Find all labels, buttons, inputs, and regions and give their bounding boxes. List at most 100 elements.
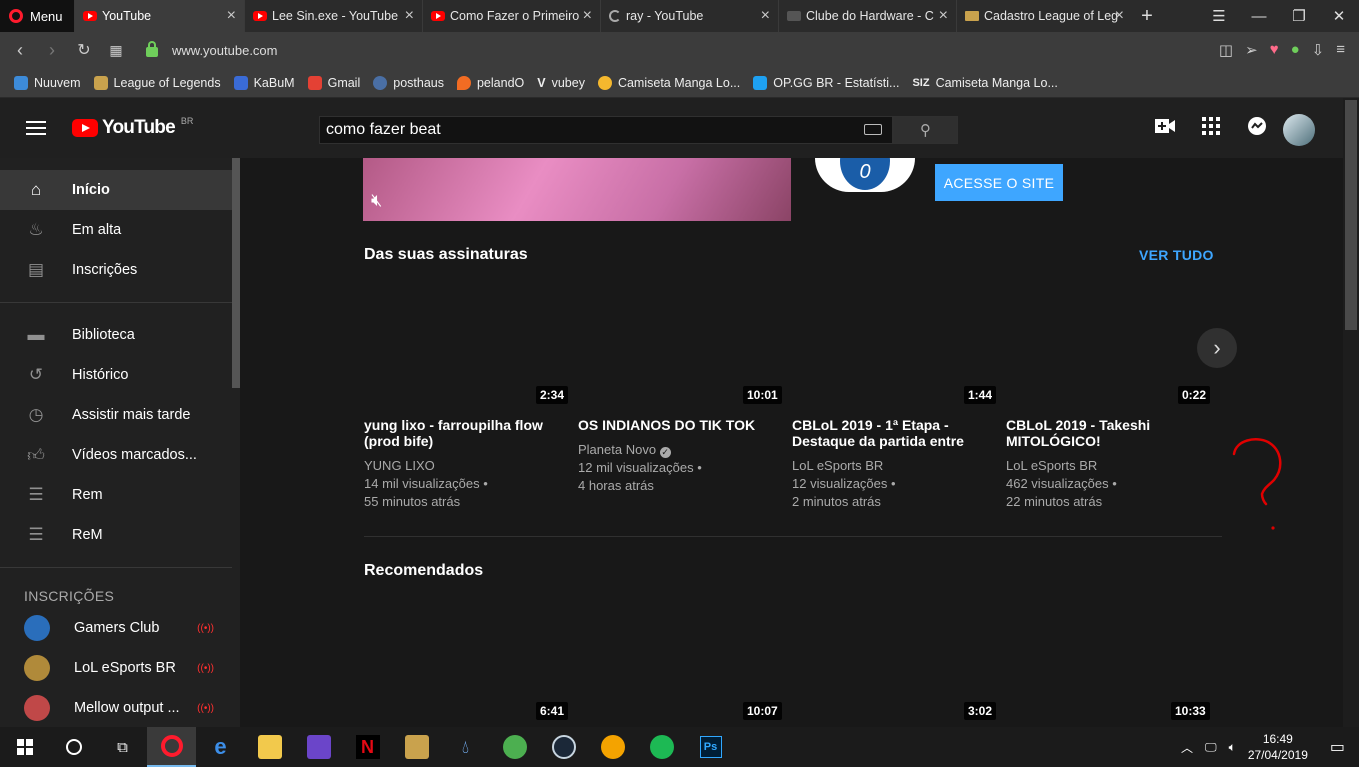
video-title[interactable]: yung lixo - farroupilha flow (prod bife) [364,417,564,449]
sidebar-item-playlist[interactable]: ☰ ReM [0,515,232,555]
video-title[interactable]: OS INDIANOS DO TIK TOK [578,417,778,433]
visit-site-button[interactable]: ACESSE O SITE [935,164,1063,201]
browser-tab[interactable]: Clube do Hardware - C × [778,0,956,32]
minimize-icon[interactable]: — [1239,0,1279,32]
close-tab-icon[interactable]: × [405,7,414,25]
channel-name[interactable]: YUNG LIXO [364,458,435,473]
steam-icon[interactable] [539,727,588,767]
new-tab-button[interactable]: + [1132,0,1162,32]
sidebar-item-subscriptions[interactable]: ▤ Inscrições [0,250,232,290]
duration-badge: 1:44 [964,386,997,404]
forward-icon[interactable]: › [36,40,68,61]
bookmark[interactable]: Vvubey [537,76,585,90]
sidebar-subscription[interactable]: Mellow output ... ((•)) [0,688,232,727]
league-icon[interactable] [392,727,441,767]
fl-studio-icon[interactable] [588,727,637,767]
vubey-icon: V [537,75,546,90]
promo-video[interactable] [363,158,791,221]
bookmark[interactable]: Gmail [307,75,360,90]
bookmark[interactable]: SIZ Camiseta Manga Lo... [912,76,1057,90]
browser-tab[interactable]: Lee Sin.exe - YouTube × [244,0,422,32]
tray-expand-icon[interactable]: ︿ [1181,739,1193,756]
channel-name[interactable]: Planeta Novo ✓ [578,442,671,458]
start-icon[interactable] [0,727,49,767]
notification-center-icon[interactable]: ▭ [1330,737,1345,757]
settings-icon[interactable]: ≡ [1336,41,1345,59]
sidebar-scrollbar[interactable] [232,158,240,388]
search-icon[interactable] [49,727,98,767]
close-tab-icon[interactable]: × [939,7,948,25]
volume-icon[interactable]: 🔈︎ [1229,740,1236,755]
sidebar-item-home[interactable]: ⌂ Início [0,170,232,210]
app-icon[interactable] [294,727,343,767]
channel-name-text: Planeta Novo [578,442,657,457]
bookmark[interactable]: OP.GG BR - Estatísti... [753,75,899,90]
reload-icon[interactable]: ↻ [68,40,100,60]
search-input[interactable]: como fazer beat [319,116,893,144]
download-icon[interactable]: ⇩ [1312,41,1325,59]
droplet-icon[interactable]: 💧︎ [441,727,490,767]
channel-name[interactable]: LoL eSports BR [792,458,883,473]
see-all-link[interactable]: VER TUDO [1139,247,1214,263]
clock-date: 27/04/2019 [1247,748,1308,762]
netflix-icon[interactable]: N [343,727,392,767]
close-tab-icon[interactable]: × [1115,7,1124,25]
page-scrollbar-thumb[interactable] [1345,100,1357,330]
url-field[interactable]: www.youtube.com [172,43,278,58]
sidebar-item-history[interactable]: ↺ Histórico [0,355,232,395]
clock[interactable]: 16:49 27/04/2019 [1248,731,1308,763]
app-icon[interactable] [490,727,539,767]
browser-tab[interactable]: YouTube × [74,0,244,32]
sidebar-item-trending[interactable]: ♨ Em alta [0,210,232,250]
browser-tab[interactable]: Cadastro League of Leg × [956,0,1132,32]
browser-tab[interactable]: Como Fazer o Primeiro × [422,0,600,32]
keyboard-icon[interactable] [864,124,882,135]
messages-icon[interactable] [1245,114,1269,138]
bookmark[interactable]: KaBuM [233,75,295,90]
edge-icon[interactable]: e [196,727,245,767]
spotify-icon[interactable] [637,727,686,767]
network-icon[interactable]: 🖵︎ [1205,740,1217,755]
video-title[interactable]: CBLoL 2019 - Takeshi MITOLÓGICO! [1006,417,1166,449]
sidebar-subscription[interactable]: LoL eSports BR ((•)) [0,648,232,688]
close-tab-icon[interactable]: × [583,7,592,25]
sidebar-item-library[interactable]: ▬ Biblioteca [0,315,232,355]
task-view-icon[interactable]: ⧉ [98,727,147,767]
restore-icon[interactable]: ❐ [1279,0,1319,32]
create-video-icon[interactable] [1153,114,1177,138]
bookmark[interactable]: Nuuvem [14,75,81,90]
sidebar-item-watch-later[interactable]: ◷ Assistir mais tarde [0,395,232,435]
file-explorer-icon[interactable] [245,727,294,767]
speed-dial-icon[interactable]: ▦ [100,42,132,59]
history-icon: ↺ [28,365,44,384]
back-icon[interactable]: ‹ [4,40,36,61]
sidebar-item-playlist[interactable]: ☰ Rem [0,475,232,515]
search-button[interactable]: ⚲ [893,116,958,144]
bookmark[interactable]: posthaus [373,75,444,90]
photoshop-icon[interactable]: Ps [686,727,735,767]
bookmark[interactable]: Camiseta Manga Lo... [597,75,740,90]
browser-tab[interactable]: ray - YouTube × [600,0,778,32]
bookmark[interactable]: League of Legends [93,75,221,90]
close-window-icon[interactable]: ✕ [1319,0,1359,32]
mute-icon[interactable]: 🔇︎ [371,190,382,211]
close-tab-icon[interactable]: × [227,7,236,25]
menu-icon[interactable] [26,121,46,135]
close-tab-icon[interactable]: × [761,7,770,25]
apps-icon[interactable] [1199,114,1223,138]
vpn-icon[interactable]: ● [1291,41,1300,59]
bookmark[interactable]: pelandO [456,75,524,90]
opera-taskbar-icon[interactable] [147,727,196,767]
heart-icon[interactable]: ♥ [1270,41,1279,59]
opera-menu-button[interactable]: Menu [0,0,74,32]
send-icon[interactable]: ➢ [1245,41,1258,59]
sidebar-item-liked[interactable]: 👍︎ Vídeos marcados... [0,435,232,475]
avatar[interactable] [1283,114,1315,146]
camera-icon[interactable]: ◫ [1219,41,1233,59]
video-title[interactable]: CBLoL 2019 - 1ª Etapa - Destaque da part… [792,417,982,449]
sidebar-subscription[interactable]: Gamers Club ((•)) [0,608,232,648]
tab-menu-icon[interactable]: ☰ [1199,0,1239,32]
youtube-logo[interactable]: YouTube BR [72,116,193,139]
channel-name[interactable]: LoL eSports BR [1006,458,1097,473]
tab-label: ray - YouTube [626,9,704,23]
